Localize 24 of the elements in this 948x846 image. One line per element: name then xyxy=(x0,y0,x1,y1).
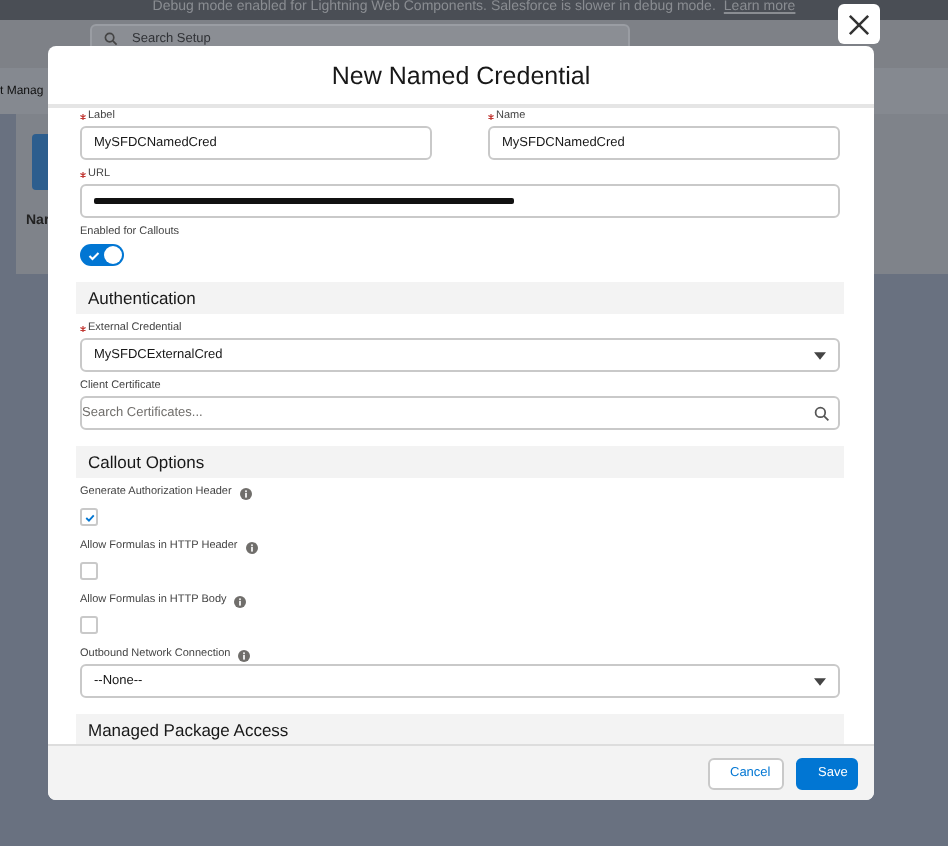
checkbox[interactable] xyxy=(80,562,98,580)
checkbox[interactable] xyxy=(80,508,98,526)
toggle-switch[interactable] xyxy=(80,244,124,266)
required-asterisk-icon xyxy=(80,172,86,178)
info-icon[interactable] xyxy=(234,596,247,608)
info-icon[interactable] xyxy=(239,488,252,500)
check-icon xyxy=(88,249,100,261)
search-icon xyxy=(814,405,830,421)
caret-icon xyxy=(814,351,826,359)
info-icon[interactable] xyxy=(238,650,251,662)
section-header: Callout Options xyxy=(76,446,844,478)
caret-icon xyxy=(814,677,826,685)
section-header: Authentication xyxy=(76,282,844,314)
modal-title: New Named Credential xyxy=(331,61,591,89)
required-asterisk-icon xyxy=(80,114,86,120)
required-asterisk-icon xyxy=(80,326,86,332)
input-field[interactable] xyxy=(80,184,840,218)
required-asterisk-icon xyxy=(488,114,494,120)
search-icon xyxy=(104,31,118,45)
section-header: Managed Package Access xyxy=(76,714,844,744)
close-button[interactable] xyxy=(838,4,880,44)
checkbox[interactable] xyxy=(80,616,98,634)
info-icon[interactable] xyxy=(245,542,258,554)
close-icon xyxy=(848,13,870,35)
